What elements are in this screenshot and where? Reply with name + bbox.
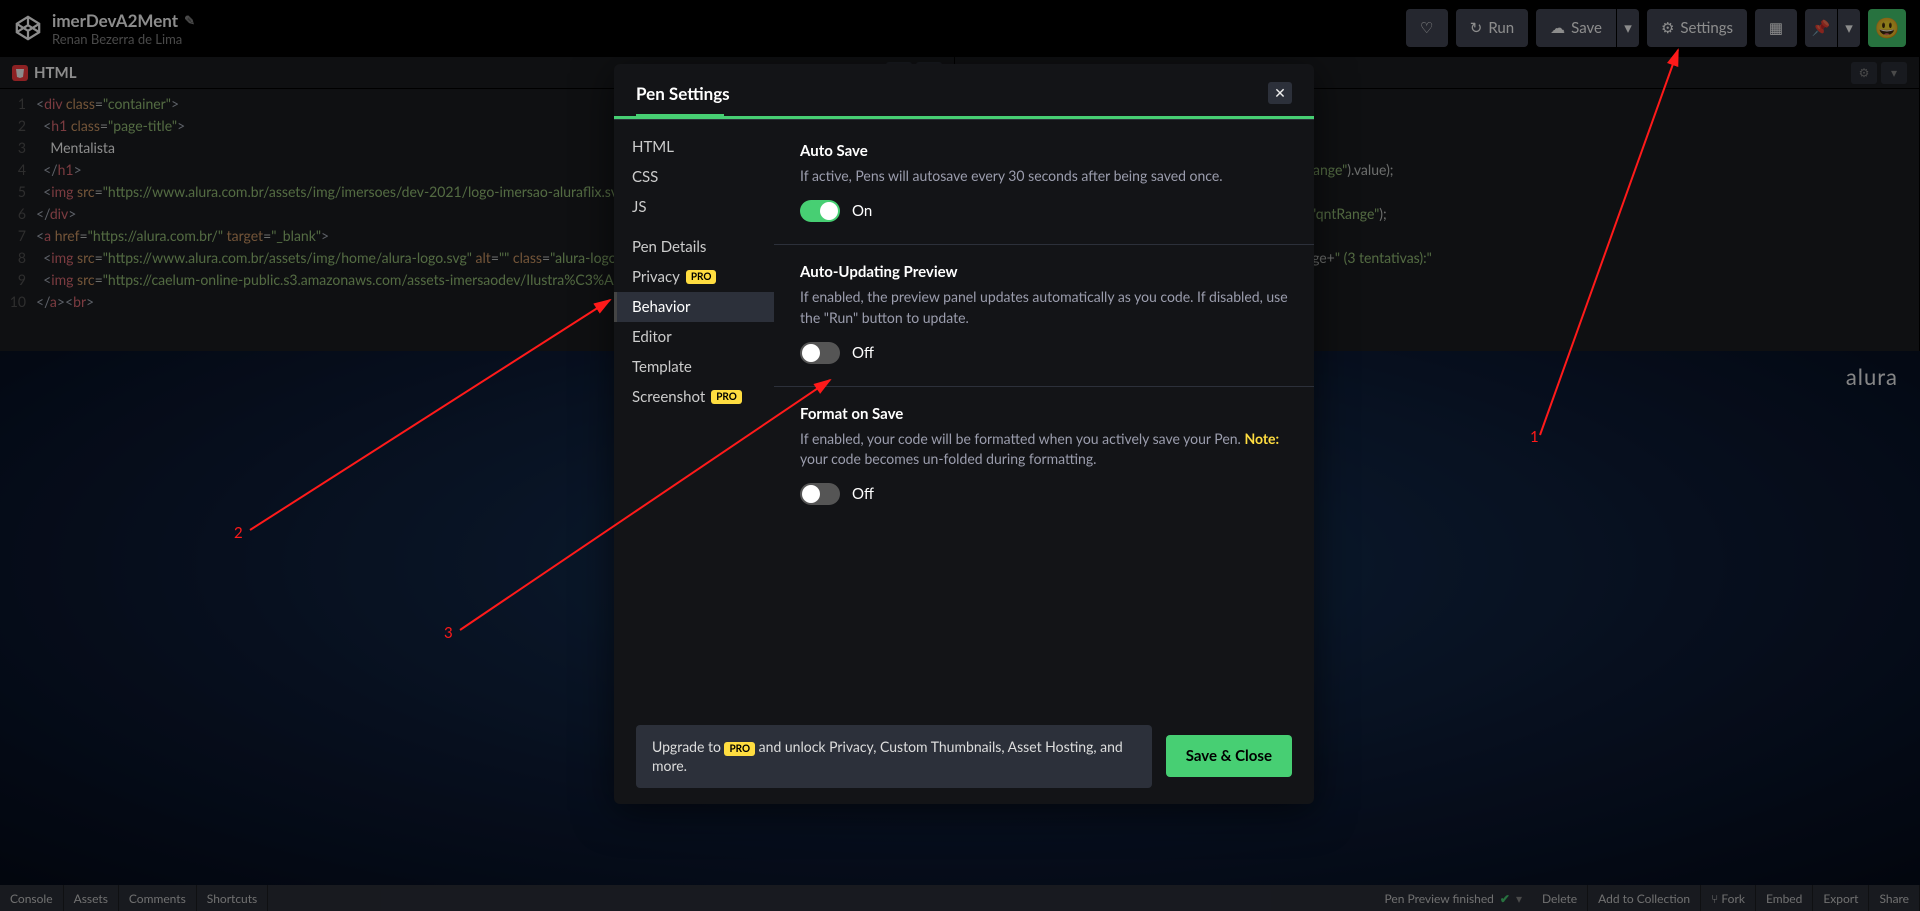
format-state: Off	[852, 485, 874, 503]
tab-pen-details[interactable]: Pen Details	[614, 232, 774, 262]
tab-template[interactable]: Template	[614, 352, 774, 382]
format-desc: If enabled, your code will be formatted …	[800, 429, 1288, 470]
annotation-3: 3	[444, 624, 453, 642]
auto-updating-desc: If enabled, the preview panel updates au…	[800, 287, 1288, 328]
auto-save-state: On	[852, 202, 872, 220]
modal-main: Auto Save If active, Pens will autosave …	[774, 120, 1314, 709]
auto-save-title: Auto Save	[800, 142, 1288, 160]
pro-badge: PRO	[711, 390, 742, 404]
auto-updating-toggle[interactable]	[800, 342, 840, 364]
format-toggle[interactable]	[800, 483, 840, 505]
pro-badge: PRO	[686, 270, 717, 284]
modal-close-button[interactable]: ✕	[1268, 82, 1292, 104]
modal-title: Pen Settings	[636, 83, 730, 104]
auto-updating-state: Off	[852, 344, 874, 362]
auto-save-desc: If active, Pens will autosave every 30 s…	[800, 166, 1288, 186]
pro-badge: PRO	[724, 742, 755, 756]
tab-behavior[interactable]: Behavior	[614, 292, 774, 322]
format-on-save-section: Format on Save If enabled, your code wil…	[774, 386, 1314, 528]
pen-settings-modal: Pen Settings ✕ HTML CSS JS Pen Details P…	[614, 64, 1314, 804]
modal-sidebar: HTML CSS JS Pen Details PrivacyPRO Behav…	[614, 120, 774, 709]
auto-save-toggle[interactable]	[800, 200, 840, 222]
tab-css[interactable]: CSS	[614, 162, 774, 192]
tab-js[interactable]: JS	[614, 192, 774, 222]
upgrade-callout[interactable]: Upgrade to PRO and unlock Privacy, Custo…	[636, 725, 1152, 788]
auto-updating-title: Auto-Updating Preview	[800, 263, 1288, 281]
tab-screenshot[interactable]: ScreenshotPRO	[614, 382, 774, 412]
annotation-1: 1	[1530, 428, 1539, 446]
annotation-2: 2	[234, 524, 243, 542]
format-title: Format on Save	[800, 405, 1288, 423]
tab-html[interactable]: HTML	[614, 132, 774, 162]
tab-editor[interactable]: Editor	[614, 322, 774, 352]
tab-privacy[interactable]: PrivacyPRO	[614, 262, 774, 292]
close-icon: ✕	[1274, 84, 1286, 102]
auto-save-section: Auto Save If active, Pens will autosave …	[774, 124, 1314, 244]
save-and-close-button[interactable]: Save & Close	[1166, 735, 1292, 777]
auto-updating-section: Auto-Updating Preview If enabled, the pr…	[774, 244, 1314, 386]
